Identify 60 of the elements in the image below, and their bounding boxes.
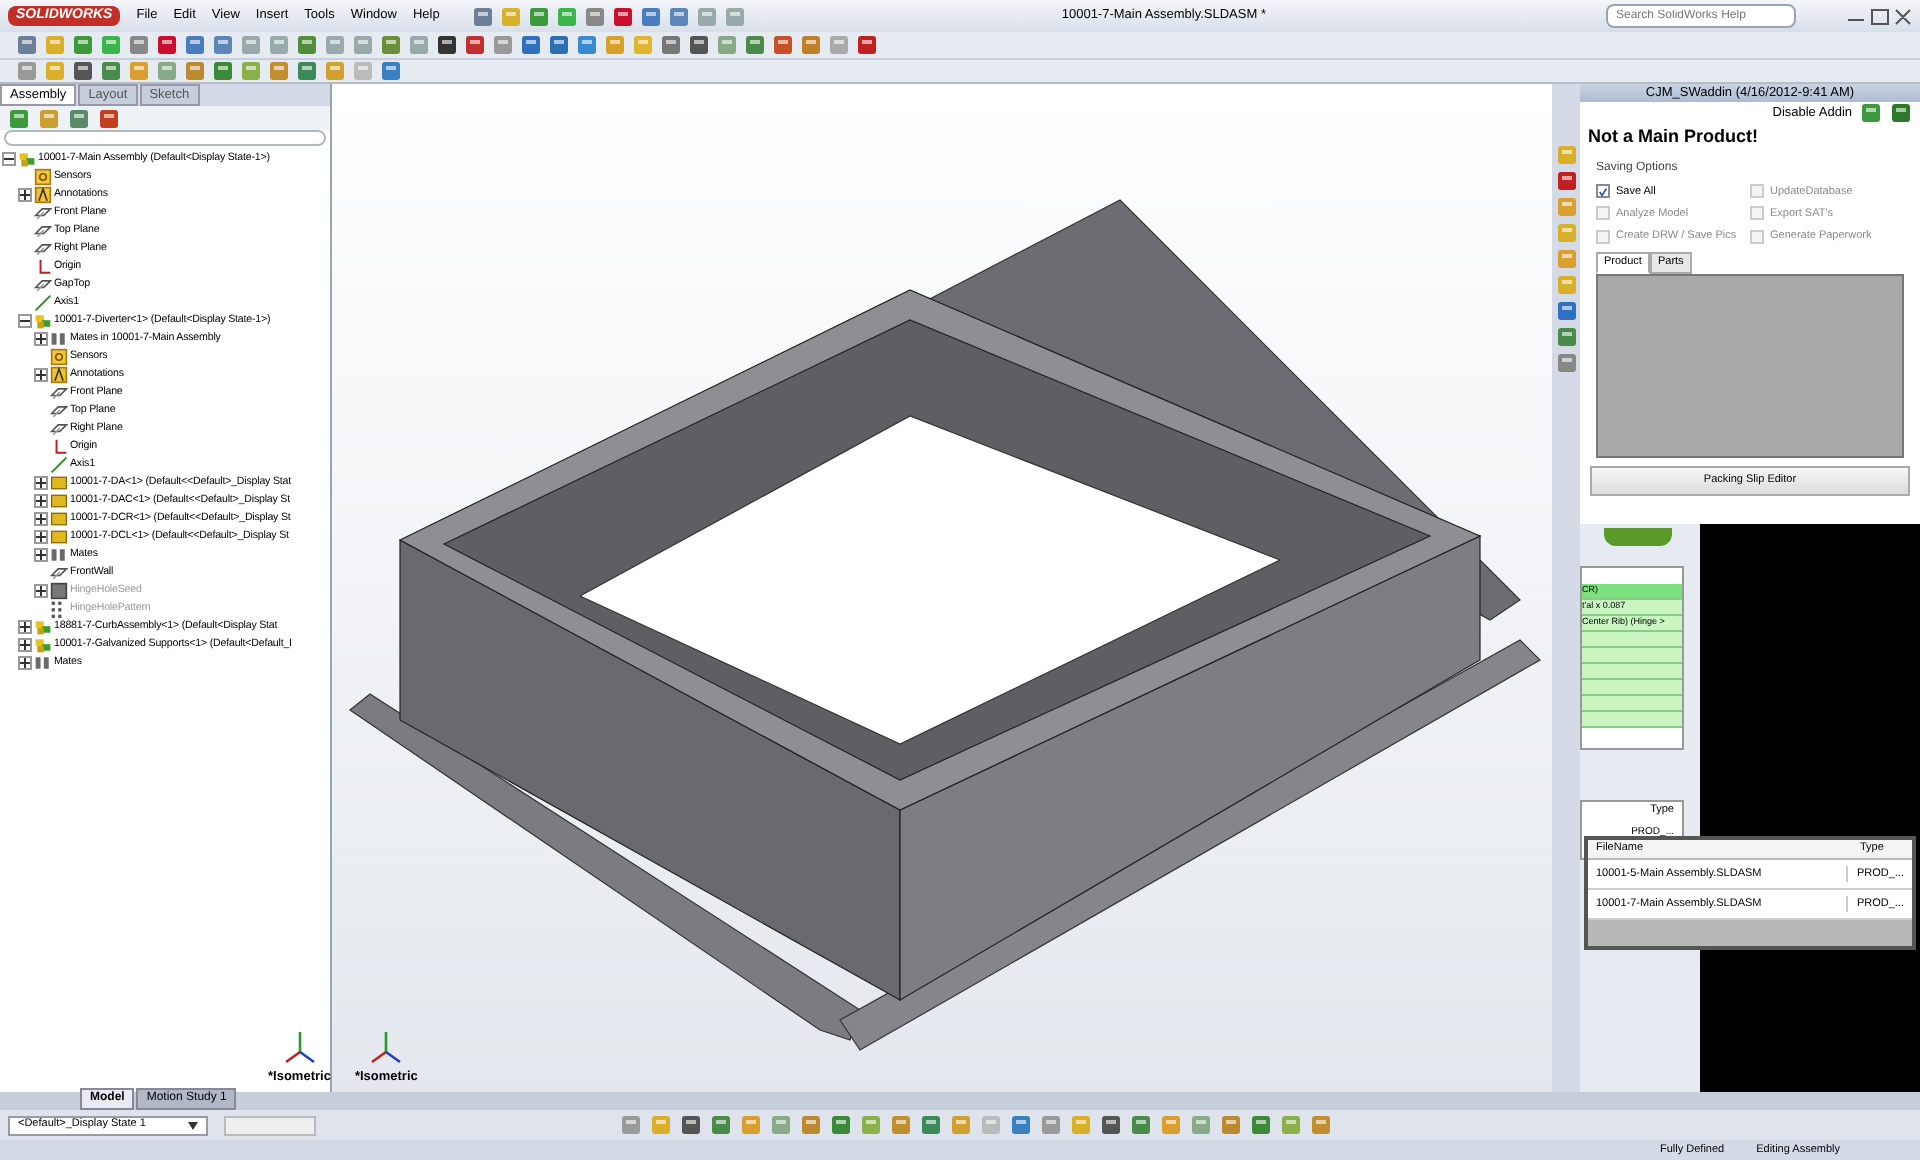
list-row[interactable] bbox=[1582, 632, 1682, 648]
plane-icon bbox=[34, 222, 52, 240]
expand-toggle[interactable] bbox=[18, 638, 32, 652]
toolbar-icon[interactable] bbox=[611, 5, 634, 27]
toolbar-icon[interactable] bbox=[464, 34, 486, 56]
expand-toggle[interactable] bbox=[18, 188, 32, 202]
toolbar-icon[interactable] bbox=[688, 34, 710, 56]
plane-icon bbox=[50, 420, 68, 438]
mates-icon bbox=[50, 330, 68, 348]
sensor-icon bbox=[50, 348, 68, 366]
action-button[interactable] bbox=[1604, 528, 1672, 546]
assembly-icon bbox=[18, 150, 36, 168]
origin-icon bbox=[50, 438, 68, 456]
filter-field[interactable] bbox=[4, 130, 326, 146]
assembly-icon bbox=[34, 636, 52, 654]
expand-toggle[interactable] bbox=[34, 548, 48, 562]
toolbar-icon[interactable] bbox=[1890, 102, 1912, 124]
expand-toggle[interactable] bbox=[34, 512, 48, 526]
expand-toggle[interactable] bbox=[34, 332, 48, 346]
toolbar-icon[interactable] bbox=[1100, 1114, 1122, 1136]
plane-icon bbox=[50, 402, 68, 420]
plane-icon bbox=[50, 564, 68, 582]
list-row[interactable] bbox=[1582, 648, 1682, 664]
expand-toggle[interactable] bbox=[18, 620, 32, 634]
toolbar-icon[interactable] bbox=[680, 1114, 702, 1136]
expand-toggle[interactable] bbox=[34, 476, 48, 490]
panel-heading: Not a Main Product! bbox=[1586, 124, 1760, 150]
feature-icon bbox=[50, 582, 68, 600]
list-row[interactable] bbox=[1582, 696, 1682, 712]
mates-icon bbox=[50, 546, 68, 564]
expand-toggle[interactable] bbox=[18, 314, 32, 328]
assembly-icon bbox=[34, 618, 52, 636]
toolbar-icon[interactable] bbox=[72, 60, 94, 82]
config-dropdown[interactable] bbox=[224, 1115, 316, 1135]
annotation-icon bbox=[50, 366, 68, 384]
toolbar-icon[interactable] bbox=[156, 34, 178, 56]
list-row[interactable] bbox=[1582, 680, 1682, 696]
expand-toggle[interactable] bbox=[34, 494, 48, 508]
plane-icon bbox=[34, 276, 52, 294]
caret-icon bbox=[188, 1121, 198, 1129]
origin-icon bbox=[34, 258, 52, 276]
expand-toggle[interactable] bbox=[34, 530, 48, 544]
list-row[interactable] bbox=[1582, 712, 1682, 728]
expand-toggle[interactable] bbox=[34, 368, 48, 382]
assembly-icon bbox=[34, 312, 52, 330]
expand-toggle[interactable] bbox=[18, 656, 32, 670]
annotation-icon bbox=[34, 186, 52, 204]
plane-icon bbox=[50, 384, 68, 402]
sensor-icon bbox=[34, 168, 52, 186]
toolbar-icon[interactable] bbox=[856, 34, 878, 56]
axis-icon bbox=[50, 456, 68, 474]
list-row[interactable] bbox=[1582, 664, 1682, 680]
expand-toggle[interactable] bbox=[2, 152, 16, 166]
axis-icon bbox=[34, 294, 52, 312]
toolbar-icon[interactable] bbox=[436, 34, 458, 56]
mates-icon bbox=[34, 654, 52, 672]
plane-icon bbox=[34, 240, 52, 258]
plane-icon bbox=[34, 204, 52, 222]
toolbar-icon[interactable] bbox=[98, 107, 120, 129]
checkbox[interactable] bbox=[1596, 184, 1610, 199]
